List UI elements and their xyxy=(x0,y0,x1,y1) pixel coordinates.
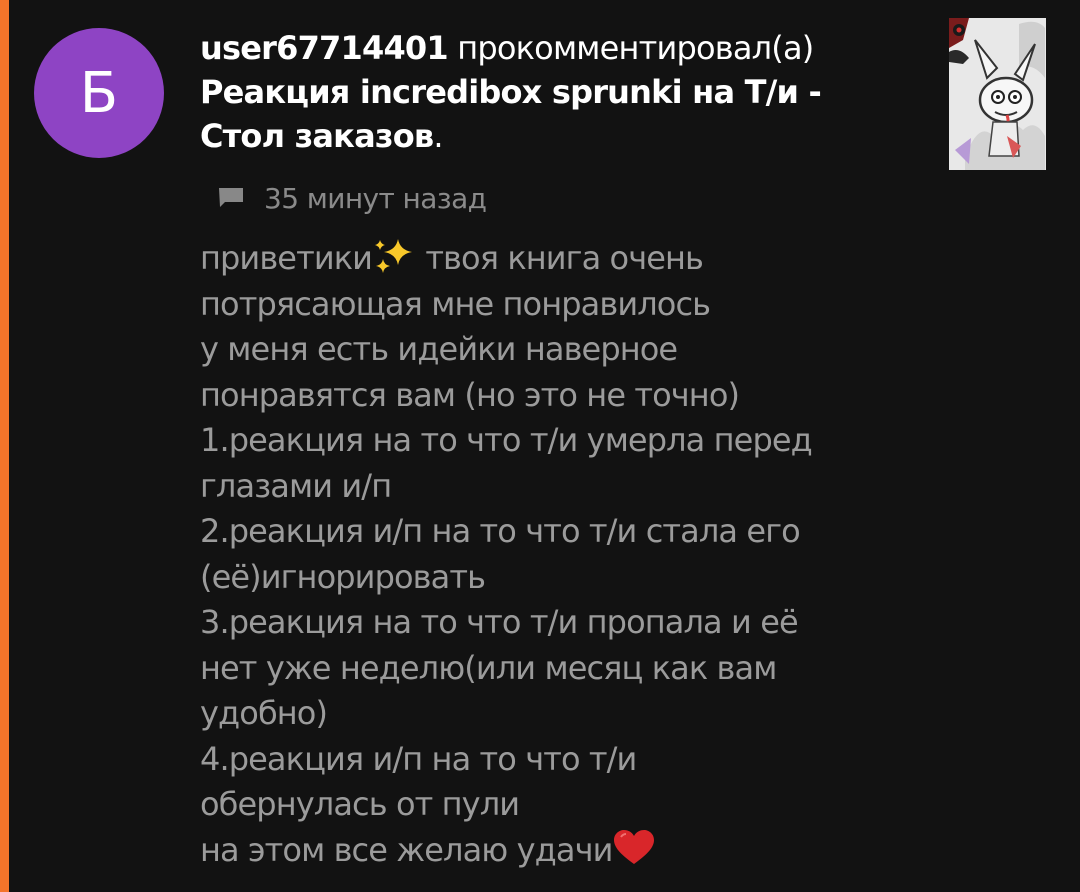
book-title-period: . xyxy=(433,117,443,155)
accent-bar xyxy=(0,0,9,892)
timestamp: 35 минут назад xyxy=(264,181,487,215)
action-text: прокомментировал(а) xyxy=(457,29,814,67)
book-cover-image xyxy=(949,18,1046,170)
sparkles-icon xyxy=(372,237,416,288)
comment-line-text: на этом все желаю удачи xyxy=(200,830,613,869)
comment-line: у меня есть идейки наверное xyxy=(200,330,678,368)
comment-meta: 35 минут назад xyxy=(217,180,487,216)
avatar-letter: Б xyxy=(79,60,119,126)
comment-line: глазами и/п xyxy=(200,466,392,505)
book-title-line2: Стол заказов xyxy=(200,117,434,155)
avatar[interactable]: Б xyxy=(34,28,164,158)
comment-body[interactable]: приветики твоя книга очень потрясающая м… xyxy=(200,236,920,873)
book-title-line1: Реакция incredibox sprunki на Т/и - xyxy=(200,73,822,111)
comment-line: обернулась от пули xyxy=(200,785,520,823)
username[interactable]: user67714401 xyxy=(200,29,449,67)
comment-line: на этом все желаю удачи xyxy=(200,828,920,874)
notification-header[interactable]: user67714401 прокомментировал(а) Реакция… xyxy=(200,26,900,158)
book-title[interactable]: Реакция incredibox sprunki на Т/и - Стол … xyxy=(200,73,822,155)
comment-line-text: приветики xyxy=(200,239,373,277)
comment-line: (её)игнорировать xyxy=(200,557,486,596)
comment-line: 1.реакция на то что т/и умерла перед xyxy=(200,421,813,459)
comment-line: понравятся вам (но это не точно) xyxy=(200,375,740,414)
comment-line: 4.реакция и/п на то что т/и xyxy=(200,739,637,778)
comment-line: 3.реакция на то что т/и пропала и её xyxy=(200,603,799,641)
red-heart-icon xyxy=(612,829,656,880)
comment-line: 2.реакция и/п на то что т/и стала его xyxy=(200,512,801,550)
comment-line: нет уже неделю(или месяц как вам xyxy=(200,648,777,687)
comment-line: потрясающая мне понравилось xyxy=(200,284,711,323)
comment-line: удобно) xyxy=(200,694,328,732)
comment-icon xyxy=(219,188,243,207)
book-cover-thumbnail[interactable] xyxy=(949,18,1046,170)
comment-line-text-cont: твоя книга очень xyxy=(416,239,704,277)
comment-line: приветики твоя книга очень xyxy=(200,236,920,282)
